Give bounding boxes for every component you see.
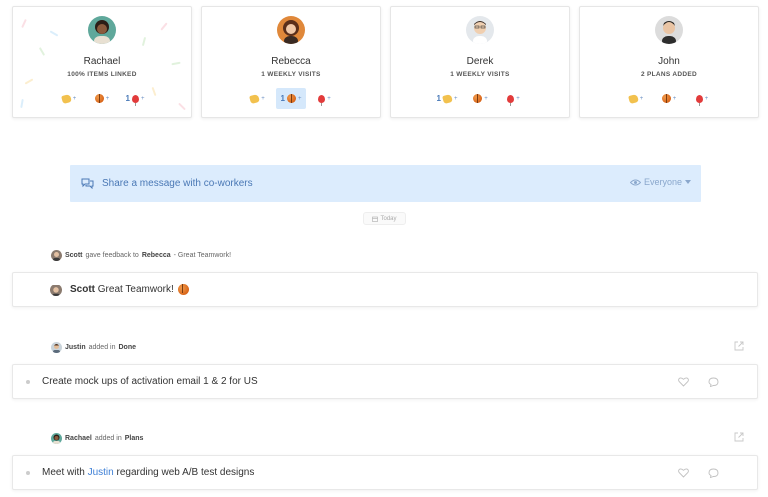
- balloon-reaction-button[interactable]: +: [687, 88, 717, 109]
- list-item[interactable]: Meet with Justin regarding web A/B test …: [12, 455, 758, 490]
- basketball-emoji-icon: [94, 94, 104, 103]
- audience-dropdown[interactable]: Everyone: [629, 177, 691, 187]
- external-link-icon[interactable]: [734, 341, 744, 351]
- balloon-emoji-icon: [507, 94, 515, 106]
- date-label: Today: [380, 215, 397, 222]
- author-name[interactable]: Scott: [70, 284, 95, 295]
- balloon-reaction-button[interactable]: 1 +: [120, 88, 150, 109]
- reaction-bar: + + 1 +: [13, 88, 191, 109]
- basketball-reaction-button[interactable]: +: [87, 88, 117, 109]
- comment-icon[interactable]: [708, 377, 719, 387]
- team-member-name: Derek: [466, 56, 494, 67]
- external-link-icon[interactable]: [734, 432, 744, 442]
- activity-meta: Justin added in Done: [51, 342, 136, 353]
- target-name[interactable]: Rebecca: [142, 252, 171, 259]
- avatar[interactable]: [51, 250, 62, 261]
- bullet-icon: [26, 379, 30, 384]
- item-text: Create mock ups of activation email 1 & …: [42, 376, 258, 387]
- reaction-bar: + + +: [580, 88, 758, 109]
- team-member-name: John: [658, 56, 680, 67]
- team-card-derek[interactable]: Derek 1 WEEKLY VISITS 1 + + +: [390, 6, 570, 118]
- avatar[interactable]: [655, 16, 683, 44]
- clap-reaction-button[interactable]: +: [621, 88, 651, 109]
- team-member-stat: 100% ITEMS LINKED: [67, 71, 137, 78]
- reaction-bar: + 1 + +: [202, 88, 380, 109]
- team-member-stat: 1 WEEKLY VISITS: [450, 71, 510, 78]
- basketball-reaction-button[interactable]: 1 +: [275, 88, 307, 109]
- heart-icon[interactable]: [678, 376, 689, 387]
- list-name[interactable]: Plans: [125, 435, 144, 442]
- avatar[interactable]: [51, 342, 62, 353]
- eye-icon: [629, 179, 641, 185]
- item-text: Meet with Justin regarding web A/B test …: [42, 467, 255, 478]
- activity-meta: Rachael added in Plans: [51, 433, 143, 444]
- clap-reaction-button[interactable]: +: [54, 88, 84, 109]
- reaction-count: 1: [125, 94, 130, 103]
- team-member-stat: 1 WEEKLY VISITS: [261, 71, 321, 78]
- feedback-message: Scott Great Teamwork!: [70, 284, 174, 295]
- basketball-emoji-icon: [661, 94, 671, 103]
- share-placeholder: Share a message with co-workers: [102, 178, 253, 189]
- comment-icon[interactable]: [708, 468, 719, 478]
- team-card-john[interactable]: John 2 PLANS ADDED + + +: [579, 6, 759, 118]
- clap-emoji-icon: [60, 93, 72, 104]
- clap-emoji-icon: [249, 93, 261, 104]
- balloon-emoji-icon: [695, 94, 703, 106]
- basketball-reaction-button[interactable]: +: [654, 88, 684, 109]
- activity-meta: Scott gave feedback to Rebecca - Great T…: [51, 250, 231, 261]
- confetti-decoration: [21, 18, 27, 29]
- team-member-name: Rebecca: [271, 56, 311, 67]
- confetti-decoration: [24, 78, 34, 85]
- mention-link[interactable]: Justin: [88, 467, 114, 478]
- balloon-reaction-button[interactable]: +: [309, 88, 339, 109]
- caret-down-icon: [685, 180, 691, 184]
- actor-name[interactable]: Scott: [65, 252, 83, 259]
- avatar[interactable]: [51, 433, 62, 444]
- avatar[interactable]: [50, 284, 62, 296]
- basketball-emoji-icon: [177, 284, 189, 295]
- heart-icon[interactable]: [678, 467, 689, 478]
- team-card-rachael[interactable]: Rachael 100% ITEMS LINKED + + 1 +: [12, 6, 192, 118]
- basketball-emoji-icon: [473, 94, 483, 103]
- clap-emoji-icon: [442, 93, 453, 104]
- share-message-input[interactable]: Share a message with co-workers Everyone: [70, 165, 701, 202]
- basketball-reaction-button[interactable]: +: [465, 88, 495, 109]
- team-card-rebecca[interactable]: Rebecca 1 WEEKLY VISITS + 1 + +: [201, 6, 381, 118]
- balloon-emoji-icon: [131, 94, 139, 106]
- reaction-bar: 1 + + +: [391, 88, 569, 109]
- feedback-card[interactable]: Scott Great Teamwork!: [12, 272, 758, 307]
- bullet-icon: [26, 470, 30, 475]
- confetti-decoration: [38, 47, 46, 56]
- confetti-decoration: [160, 22, 168, 31]
- actor-name[interactable]: Justin: [65, 344, 86, 351]
- balloon-emoji-icon: [318, 94, 326, 106]
- basketball-emoji-icon: [286, 94, 296, 103]
- reaction-count: 1: [280, 94, 285, 103]
- reaction-count: 1: [436, 94, 441, 103]
- team-member-stat: 2 PLANS ADDED: [640, 71, 698, 78]
- actor-name[interactable]: Rachael: [65, 435, 92, 442]
- team-member-name: Rachael: [83, 56, 121, 67]
- avatar[interactable]: [277, 16, 305, 44]
- avatar[interactable]: [88, 16, 116, 44]
- avatar[interactable]: [466, 16, 494, 44]
- clap-reaction-button[interactable]: +: [243, 88, 273, 109]
- balloon-reaction-button[interactable]: +: [498, 88, 528, 109]
- list-item[interactable]: Create mock ups of activation email 1 & …: [12, 364, 758, 399]
- audience-label: Everyone: [643, 177, 682, 187]
- date-separator: Today: [363, 212, 406, 225]
- calendar-icon: [372, 216, 379, 222]
- clap-reaction-button[interactable]: 1 +: [432, 88, 463, 109]
- confetti-decoration: [49, 30, 59, 37]
- confetti-decoration: [141, 36, 147, 47]
- chat-bubbles-icon: [81, 178, 94, 189]
- clap-emoji-icon: [627, 93, 639, 104]
- list-name[interactable]: Done: [118, 344, 136, 351]
